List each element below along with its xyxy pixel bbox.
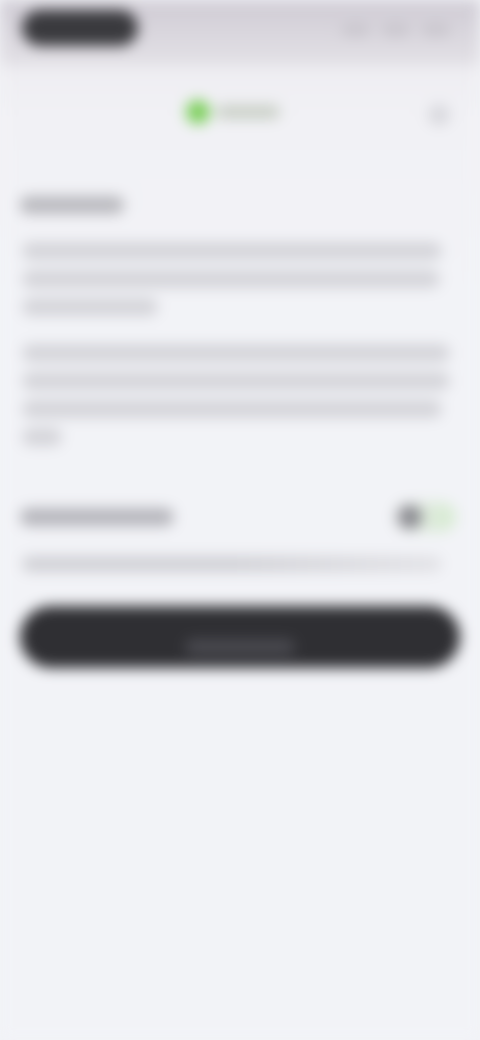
paragraph-line [22,428,62,446]
paragraph-line [22,298,158,316]
setting-hint [22,556,442,572]
paragraph-line [22,270,440,288]
signal-icon [342,24,370,36]
header [0,66,480,156]
paragraph-line [22,344,450,362]
close-icon[interactable] [428,104,450,126]
toggle-knob [398,505,422,529]
description-paragraph-1 [22,242,442,316]
section-title [20,196,124,214]
description-paragraph-2 [22,344,450,446]
brand-logo-icon [186,100,210,124]
paragraph-line [22,400,442,418]
status-time-pill [22,10,138,46]
setting-toggle[interactable] [392,502,456,532]
battery-icon [422,24,450,36]
paragraph-line [22,372,450,390]
status-icons [342,24,450,36]
primary-button[interactable] [20,606,460,668]
setting-label [20,508,174,526]
status-bar [0,0,480,66]
brand-name [216,105,280,119]
setting-row [20,500,460,534]
paragraph-line [22,242,442,260]
app-screen [0,0,480,1040]
brand [186,100,280,124]
wifi-icon [382,24,410,36]
primary-button-label [185,639,295,655]
